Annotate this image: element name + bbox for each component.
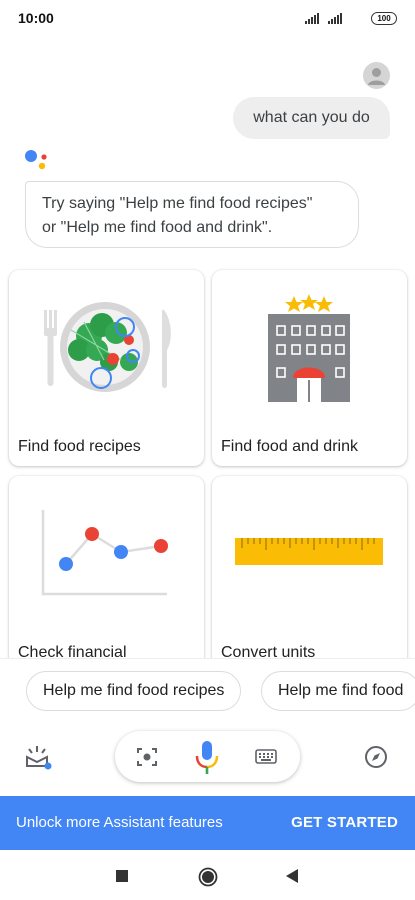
suggestion-chip[interactable]: Help me find food [261, 671, 415, 711]
card-label: Find food recipes [18, 438, 141, 455]
assistant-reply-line: or "Help me find food and drink". [42, 219, 273, 236]
suggestion-chip[interactable]: Help me find food recipes [26, 671, 242, 711]
get-started-button[interactable]: GET STARTED [291, 814, 398, 831]
line-chart-icon [41, 510, 168, 596]
bottom-controls [0, 722, 415, 794]
battery-icon: 100 [371, 12, 397, 25]
user-avatar[interactable] [363, 62, 390, 89]
keyboard-icon[interactable] [255, 749, 277, 764]
plate-food-icon [44, 302, 171, 392]
square-icon[interactable] [115, 869, 129, 883]
status-time: 10:00 [18, 10, 54, 26]
lens-icon[interactable] [137, 747, 157, 767]
explore-updates-icon[interactable] [24, 743, 54, 771]
signal-icon [328, 13, 342, 24]
card-label: Find food and drink [221, 438, 358, 455]
status-bar: 10:00 100 [0, 0, 415, 38]
ruler-icon [235, 538, 383, 565]
unlock-features-banner: Unlock more Assistant features GET START… [0, 796, 415, 850]
triangle-back-icon[interactable] [285, 869, 299, 883]
hotel-building-icon [268, 294, 350, 402]
assistant-reply-line: Try saying "Help me find food recipes" [42, 195, 313, 212]
user-query-bubble: what can you do [233, 97, 390, 139]
circle-icon[interactable] [198, 867, 218, 887]
mic-icon[interactable] [195, 739, 219, 775]
signal-icon [305, 13, 319, 24]
suggestion-chips: Help me find food recipes Help me find f… [0, 658, 415, 722]
card-find-food-and-drink[interactable]: Find food and drink [212, 270, 407, 466]
assistant-reply-bubble: Try saying "Help me find food recipes" o… [25, 181, 359, 248]
input-controls-pill [115, 731, 300, 782]
compass-icon[interactable] [364, 745, 388, 769]
avatar-icon [368, 68, 385, 85]
card-check-financial[interactable]: Check financial [9, 476, 204, 672]
banner-text: Unlock more Assistant features [16, 814, 223, 831]
card-find-food-recipes[interactable]: Find food recipes [9, 270, 204, 466]
system-nav-bar [0, 850, 415, 900]
card-convert-units[interactable]: Convert units [212, 476, 407, 672]
assistant-logo-icon [25, 150, 47, 170]
